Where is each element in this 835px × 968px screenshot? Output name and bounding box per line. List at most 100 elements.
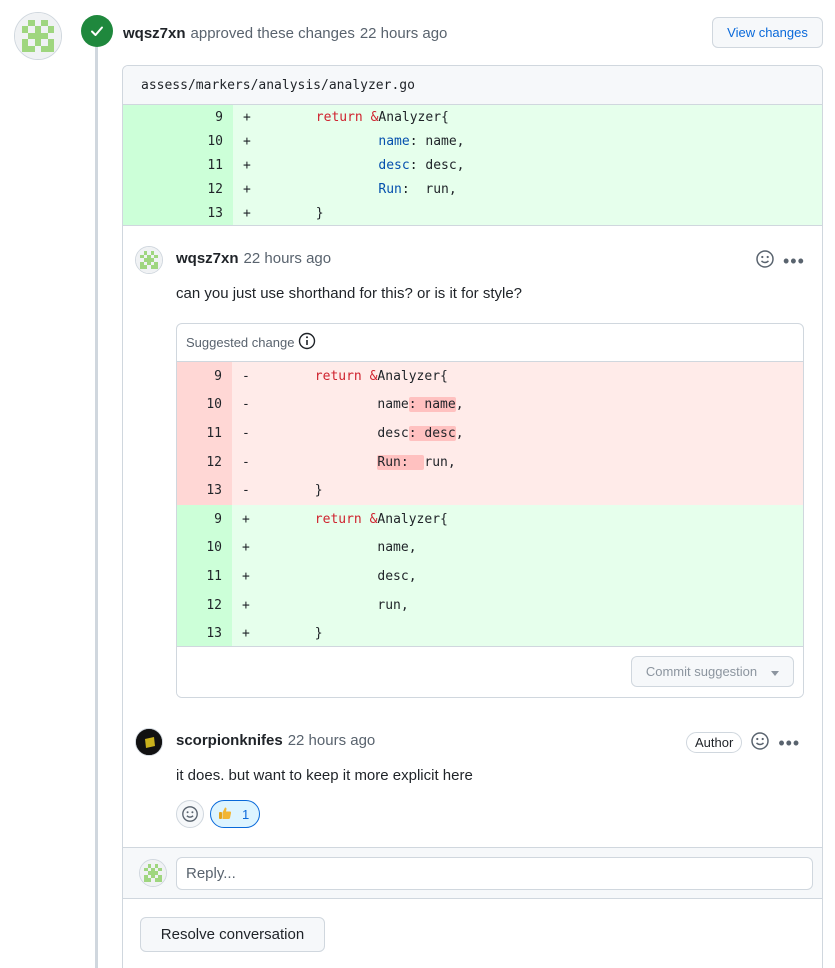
code-text: return &Analyzer{ — [254, 369, 448, 384]
review-action: approved these changes — [190, 24, 355, 42]
removed-highlight: : desc — [408, 425, 456, 441]
code-text: Run: run, — [254, 454, 456, 470]
add-reaction-button[interactable] — [176, 800, 204, 828]
diff-context: 9 + return &Analyzer{ 10 + name: name, 11 +… — [123, 105, 822, 226]
thumbs-up-icon — [218, 806, 232, 823]
reviewer-username[interactable]: wqsz7xn — [123, 25, 186, 42]
comment-username[interactable]: scorpionknifes — [176, 732, 283, 749]
code-token: } — [314, 483, 323, 499]
line-number: 13 — [177, 476, 232, 505]
removed-highlight: : name — [408, 397, 456, 413]
added-line: 12 + run, — [177, 590, 803, 620]
field-name: name — [378, 133, 410, 149]
line-number: 9 — [177, 362, 232, 391]
diff-line: 10 + name: name, — [123, 129, 822, 153]
deleted-line: 10- name: name, — [177, 390, 803, 420]
more-options-icon[interactable]: ••• — [778, 734, 800, 752]
code-text: desc: desc, — [254, 425, 464, 441]
review-time[interactable]: 22 hours ago — [360, 25, 448, 42]
code-text: name: name, — [254, 397, 464, 413]
diff-line: 9 + return &Analyzer{ — [123, 105, 822, 129]
deleted-line: 11- desc: desc, — [177, 419, 803, 448]
code-text: Run: run, — [255, 181, 457, 197]
diff-line: 12 + Run: run, — [123, 177, 822, 201]
commit-suggestion-button[interactable]: Commit suggestion — [631, 656, 794, 687]
code-text: desc, — [254, 568, 417, 584]
line-number: 12 — [177, 447, 232, 477]
diff-sign: + — [243, 205, 251, 221]
code-token: , — [455, 397, 464, 413]
diff-sign: - — [242, 454, 250, 470]
diff-sign: - — [242, 368, 250, 384]
added-line: 10 + name, — [177, 533, 803, 563]
caret-down-icon — [771, 664, 780, 679]
view-changes-button[interactable]: View changes — [712, 17, 823, 48]
diff-line: 13 + } — [123, 201, 822, 225]
approved-check-icon — [81, 15, 113, 47]
diff-line: 11 + desc: desc, — [123, 153, 822, 177]
code-text: name, — [254, 540, 416, 555]
reactions-bar: 1 — [176, 800, 261, 828]
diff-sign: + — [242, 626, 250, 642]
reply-input[interactable]: Reply... — [176, 857, 813, 890]
suggestion-diff: 9- return &Analyzer{ 10- name: name, 11-… — [177, 362, 803, 648]
line-number: 10 — [177, 533, 232, 563]
code-text: return &Analyzer{ — [254, 512, 448, 527]
resolve-conversation-button[interactable]: Resolve conversation — [140, 917, 325, 952]
code-text: run, — [254, 598, 408, 613]
line-number: 10 — [123, 129, 233, 153]
code-token: : name, — [409, 133, 465, 149]
keyword: return — [314, 368, 362, 384]
code-token: desc — [377, 425, 409, 441]
timeline-line — [95, 40, 98, 968]
comment-body: it does. but want to keep it more explic… — [176, 767, 473, 784]
added-line: 11 + desc, — [177, 562, 803, 591]
diff-sign: + — [243, 109, 251, 125]
suggested-change-header: Suggested change — [177, 324, 803, 362]
add-reaction-icon[interactable] — [755, 249, 775, 272]
comment-username[interactable]: wqsz7xn — [176, 250, 239, 267]
code-text: } — [255, 206, 324, 221]
commit-suggestion-label: Commit suggestion — [645, 664, 758, 679]
commenter-avatar[interactable] — [135, 728, 163, 756]
code-text: } — [254, 483, 323, 498]
diff-sign: + — [243, 181, 251, 197]
line-number: 11 — [177, 419, 232, 448]
comment-time[interactable]: 22 hours ago — [244, 250, 332, 267]
more-options-icon[interactable]: ••• — [783, 252, 805, 270]
line-number: 10 — [177, 390, 232, 420]
line-number: 13 — [123, 201, 233, 225]
line-number: 12 — [123, 177, 233, 201]
line-number: 11 — [177, 562, 232, 591]
code-token: name — [377, 397, 409, 413]
added-line: 9 + return &Analyzer{ — [177, 504, 803, 534]
code-text: return &Analyzer{ — [255, 110, 449, 125]
diff-sign: + — [243, 157, 251, 173]
add-reaction-icon[interactable] — [750, 731, 770, 754]
reaction-count: 1 — [242, 806, 250, 822]
comment-header: wqsz7xn 22 hours ago — [176, 250, 331, 267]
commenter-avatar[interactable] — [135, 246, 163, 274]
comment-time[interactable]: 22 hours ago — [288, 732, 376, 749]
line-number: 13 — [177, 619, 232, 648]
code-token: run, — [424, 454, 456, 470]
diff-sign: - — [242, 397, 250, 413]
code-token: : run, — [401, 181, 457, 197]
diff-sign: + — [242, 511, 250, 527]
thumbs-up-reaction[interactable]: 1 — [210, 800, 261, 828]
reviewer-avatar[interactable] — [14, 12, 62, 60]
file-path[interactable]: assess/markers/analysis/analyzer.go — [123, 66, 822, 105]
code-text: name: name, — [255, 133, 465, 149]
reply-area: Reply... — [123, 847, 822, 899]
keyword: return — [314, 511, 362, 527]
code-text: } — [254, 626, 323, 641]
line-number: 9 — [177, 504, 232, 534]
deleted-line: 13- } — [177, 476, 803, 505]
author-badge: Author — [686, 732, 743, 753]
line-number: 12 — [177, 590, 232, 620]
line-number: 9 — [123, 105, 233, 129]
code-token: Analyzer{ — [377, 511, 448, 527]
review-header: wqsz7xn approved these changes 22 hours … — [123, 22, 447, 44]
info-icon[interactable] — [298, 332, 316, 353]
code-token: desc, — [377, 568, 417, 584]
